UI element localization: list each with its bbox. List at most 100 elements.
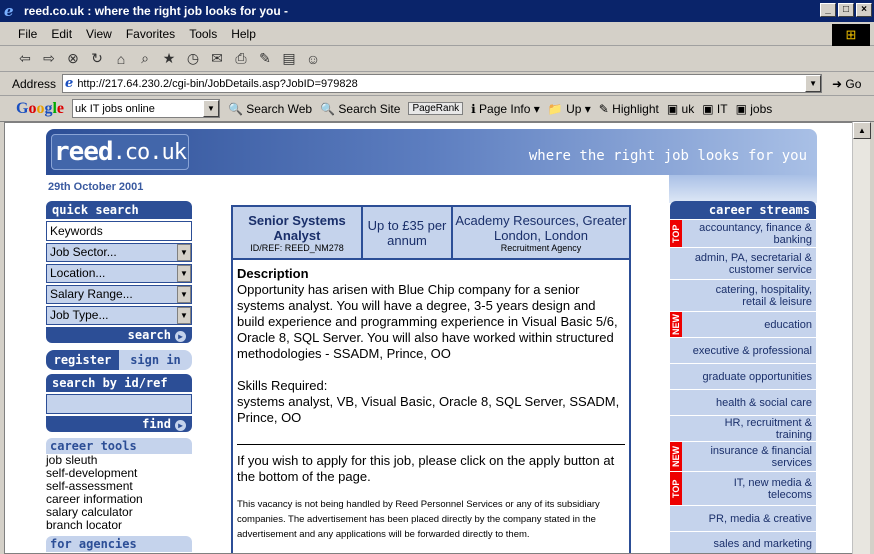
- scroll-up-icon[interactable]: ▲: [853, 122, 871, 139]
- career-stream-item[interactable]: PR, media & creative: [670, 505, 816, 531]
- career-stream-label: catering, hospitality, retail & leisure: [715, 283, 812, 308]
- page-date: 29th October 2001: [48, 181, 144, 193]
- edit-icon[interactable]: ✎: [256, 50, 274, 67]
- forward-icon[interactable]: ⇨: [40, 50, 58, 67]
- career-stream-label: health & social care: [716, 396, 812, 409]
- career-stream-item[interactable]: admin, PA, secretarial & customer servic…: [670, 247, 816, 279]
- mail-icon[interactable]: ✉: [208, 50, 226, 67]
- site-tagline: where the right job looks for you: [528, 148, 807, 164]
- badge-new: NEW: [670, 442, 682, 472]
- career-stream-label: HR, recruitment & training: [724, 416, 812, 441]
- job-type-value: Job Type...: [50, 308, 109, 322]
- career-stream-label: IT, new media & telecoms: [733, 476, 812, 501]
- query-jobs-button[interactable]: ▣ jobs: [736, 102, 773, 116]
- career-stream-label: sales and marketing: [713, 537, 812, 550]
- address-label: Address: [12, 76, 57, 91]
- chevron-down-icon[interactable]: ▼: [177, 244, 191, 261]
- up-button[interactable]: 📁 Up ▾: [548, 102, 591, 116]
- google-search-input[interactable]: uk IT jobs online ▼: [72, 99, 221, 118]
- home-icon[interactable]: ⌂: [112, 51, 130, 67]
- search-id-heading: search by id/ref: [46, 374, 192, 392]
- career-stream-item[interactable]: TOP IT, new media & telecoms: [670, 471, 816, 506]
- chevron-down-icon[interactable]: ▼: [177, 307, 191, 324]
- location-select[interactable]: Location... ▼: [46, 264, 192, 283]
- minimize-button[interactable]: _: [820, 3, 836, 17]
- job-body: Description Opportunity has arisen with …: [233, 260, 629, 542]
- messenger-icon[interactable]: ☺: [304, 51, 322, 67]
- highlight-button[interactable]: ✎ Highlight: [599, 102, 659, 116]
- career-stream-item[interactable]: NEW insurance & financial services: [670, 441, 816, 472]
- window-title: reed.co.uk : where the right job looks f…: [24, 4, 289, 18]
- keywords-input[interactable]: Keywords: [46, 221, 192, 241]
- search-site-button[interactable]: 🔍 Search Site: [320, 102, 400, 116]
- discuss-icon[interactable]: ▤: [280, 50, 298, 67]
- menu-edit[interactable]: Edit: [51, 27, 72, 41]
- site-header: reed .co.uk where the right job looks for…: [46, 129, 817, 175]
- account-row: register sign in: [46, 350, 192, 370]
- career-stream-item[interactable]: graduate opportunities: [670, 363, 816, 389]
- career-stream-item[interactable]: HR, recruitment & training: [670, 415, 816, 441]
- chevron-down-icon[interactable]: ▼: [177, 286, 191, 303]
- career-stream-label: education: [764, 318, 812, 331]
- search-button[interactable]: search ▶: [46, 327, 192, 343]
- close-button[interactable]: ×: [856, 3, 872, 17]
- location-value: Location...: [50, 266, 106, 280]
- reed-logo[interactable]: reed .co.uk: [51, 134, 189, 170]
- menu-bar: File Edit View Favorites Tools Help: [0, 22, 874, 46]
- career-stream-label: admin, PA, secretarial & customer servic…: [694, 251, 812, 276]
- chevron-down-icon[interactable]: ▼: [203, 100, 220, 117]
- career-stream-item[interactable]: NEW education: [670, 311, 816, 338]
- career-stream-item[interactable]: executive & professional: [670, 337, 816, 363]
- tool-link[interactable]: branch locator: [46, 519, 192, 532]
- menu-help[interactable]: Help: [231, 27, 256, 41]
- salary-select[interactable]: Salary Range... ▼: [46, 285, 192, 304]
- search-icon[interactable]: ⌕: [136, 50, 154, 67]
- history-icon[interactable]: ◷: [184, 50, 202, 67]
- chevron-down-icon[interactable]: ▼: [177, 265, 191, 282]
- stop-icon[interactable]: ⊗: [64, 50, 82, 67]
- career-stream-item[interactable]: TOP accountancy, finance & banking: [670, 219, 816, 248]
- highlight-label: Highlight: [612, 101, 659, 116]
- find-button[interactable]: find ▶: [46, 416, 192, 432]
- header-sky: [669, 175, 817, 203]
- refresh-icon[interactable]: ↻: [88, 50, 106, 67]
- query-it-button[interactable]: ▣ IT: [702, 102, 727, 116]
- career-stream-item[interactable]: sales and marketing: [670, 531, 816, 553]
- arrow-right-icon: ▶: [175, 331, 186, 342]
- job-title: Senior Systems Analyst: [248, 212, 346, 243]
- divider: [237, 444, 625, 445]
- address-bar: Address e http://217.64.230.2/cgi-bin/Jo…: [0, 72, 874, 96]
- address-input[interactable]: e http://217.64.230.2/cgi-bin/JobDetails…: [62, 74, 823, 93]
- job-agency-cell: Academy Resources, Greater London, Londo…: [453, 207, 629, 258]
- maximize-button[interactable]: □: [838, 3, 854, 17]
- job-sector-select[interactable]: Job Sector... ▼: [46, 243, 192, 262]
- pagerank-meter[interactable]: PageRank: [408, 102, 464, 115]
- page-info-button[interactable]: ℹ Page Info ▾: [471, 102, 540, 116]
- career-stream-item[interactable]: health & social care: [670, 389, 816, 415]
- menu-tools[interactable]: Tools: [189, 27, 217, 41]
- menu-view[interactable]: View: [86, 27, 112, 41]
- register-button[interactable]: register: [46, 350, 119, 370]
- search-web-button[interactable]: 🔍 Search Web: [228, 102, 312, 116]
- career-stream-label: executive & professional: [692, 344, 812, 357]
- job-salary: Up to £35 per annum: [363, 207, 453, 258]
- print-icon[interactable]: ⎙: [232, 50, 250, 67]
- menu-file[interactable]: File: [18, 27, 37, 41]
- back-icon[interactable]: ⇦: [16, 50, 34, 67]
- chevron-down-icon[interactable]: ▼: [805, 75, 822, 92]
- job-type-select[interactable]: Job Type... ▼: [46, 306, 192, 325]
- google-logo[interactable]: Google: [16, 100, 64, 118]
- go-button[interactable]: ➜ Go: [832, 77, 861, 91]
- google-toolbar: Google uk IT jobs online ▼ 🔍 Search Web 🔍…: [0, 96, 874, 122]
- vertical-scrollbar[interactable]: ▲: [852, 122, 871, 554]
- sign-in-button[interactable]: sign in: [119, 350, 192, 370]
- id-ref-input[interactable]: [46, 394, 192, 414]
- favorites-icon[interactable]: ★: [160, 50, 178, 67]
- career-stream-item[interactable]: catering, hospitality, retail & leisure: [670, 279, 816, 311]
- logo-suffix: .co.uk: [112, 139, 187, 165]
- menu-favorites[interactable]: Favorites: [126, 27, 175, 41]
- query-uk-button[interactable]: ▣ uk: [667, 102, 694, 116]
- apply-text: If you wish to apply for this job, pleas…: [237, 453, 615, 484]
- job-details: Senior Systems Analyst ID/REF: REED_NM278…: [231, 205, 631, 553]
- badge-top: TOP: [670, 472, 682, 506]
